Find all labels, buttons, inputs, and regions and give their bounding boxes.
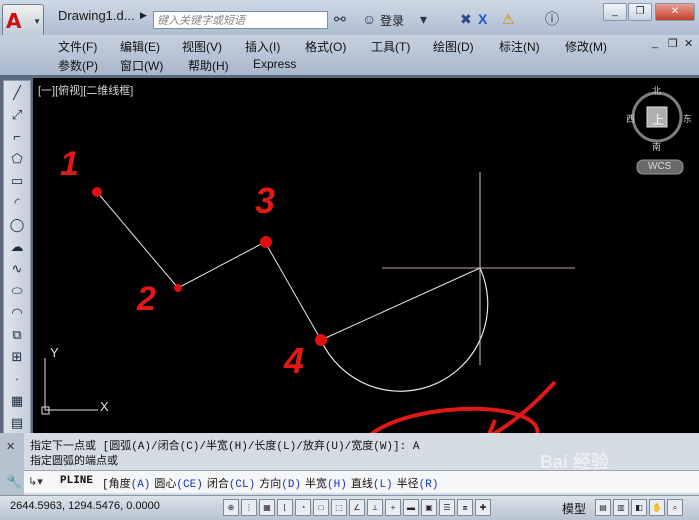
command-history-line-1: 指定下一点或 [圆弧(A)/闭合(C)/半宽(H)/长度(L)/放弃(U)/宽度… [30,441,420,453]
pan-icon[interactable]: ✋ [649,499,665,516]
wcs-label[interactable]: WCS [648,161,671,172]
dynamic-ucs-icon[interactable]: ⟂ [367,499,383,516]
viewcube-north-label[interactable]: 北 [652,84,661,97]
status-bar: 2644.5963, 1294.5476, 0.0000 ⊕ ⋮ ▦ ⌊ ◔ □… [0,495,699,520]
polar-tracking-icon[interactable]: ◔ [295,499,311,516]
vertex-1 [92,187,102,197]
ucs-x-label: X [100,399,109,414]
grid-display-icon[interactable]: ▦ [259,499,275,516]
command-option[interactable]: 圆心(CE) [154,475,202,491]
arc-preview [320,267,489,392]
vertex-4 [315,334,327,346]
coordinate-readout: 2644.5963, 1294.5476, 0.0000 [10,500,160,512]
lineweight-icon[interactable]: ▬ [403,499,419,516]
viewcube-east-label[interactable]: 东 [683,112,692,125]
vertex-2 [174,284,182,292]
viewcube-west-label[interactable]: 西 [626,112,635,125]
command-option[interactable]: 半宽(H) [305,475,347,491]
layout2-icon[interactable]: ▥ [613,499,629,516]
polyline-segments [96,191,322,341]
command-option[interactable]: 方向(D) [259,475,301,491]
dynamic-input-icon[interactable]: + [385,499,401,516]
quick-view-icon[interactable]: ◧ [631,499,647,516]
ucs-y-label: Y [50,345,59,360]
object-snap-icon[interactable]: □ [313,499,329,516]
ortho-mode-icon[interactable]: ⌊ [277,499,293,516]
baidu-watermark-url: jingyan.baidu.com [585,478,666,489]
command-option[interactable]: [角度(A) [102,475,150,491]
baidu-watermark: Bai 经验 [540,452,610,472]
annotation-number-4: 4 [284,340,305,381]
command-option[interactable]: 半径(R) [397,475,439,491]
wrench-icon[interactable]: 🔧 [6,474,22,490]
annotation-monitor-icon[interactable]: ✚ [475,499,491,516]
command-prompt-icon: ↳▾ [28,476,43,488]
object-snap-tracking-icon[interactable]: ∠ [349,499,365,516]
vertex-3 [260,236,272,248]
snap-mode-icon[interactable]: ⋮ [241,499,257,516]
3d-osnap-icon[interactable]: ⬚ [331,499,347,516]
command-option[interactable]: 闭合(CL) [207,475,255,491]
annotation-number-1: 1 [60,145,79,183]
model-space-toggle[interactable]: 模型 [562,500,586,517]
quick-properties-icon[interactable]: ☰ [439,499,455,516]
layout-icon[interactable]: ▤ [595,499,611,516]
transparency-icon[interactable]: ▣ [421,499,437,516]
close-command-icon[interactable]: ✕ [6,440,15,453]
command-options: [角度(A) 圆心(CE) 闭合(CL) 方向(D) 半宽(H) 直线(L) 半径(R) [102,475,442,491]
infer-constraints-icon[interactable]: ⊕ [223,499,239,516]
annotation-number-2: 2 [137,280,156,318]
viewcube-top-label[interactable]: 上 [652,111,664,128]
selection-cycling-icon[interactable]: ⧈ [457,499,473,516]
rubber-band-line [320,267,481,341]
command-option[interactable]: 直线(L) [351,475,393,491]
command-name: PLINE [60,475,94,487]
viewcube-south-label[interactable]: 南 [652,140,661,153]
annotation-number-3: 3 [255,180,276,221]
zoom-icon[interactable]: ⌕ [667,499,683,516]
command-history-line-2: 指定圆弧的端点或 [30,456,118,468]
